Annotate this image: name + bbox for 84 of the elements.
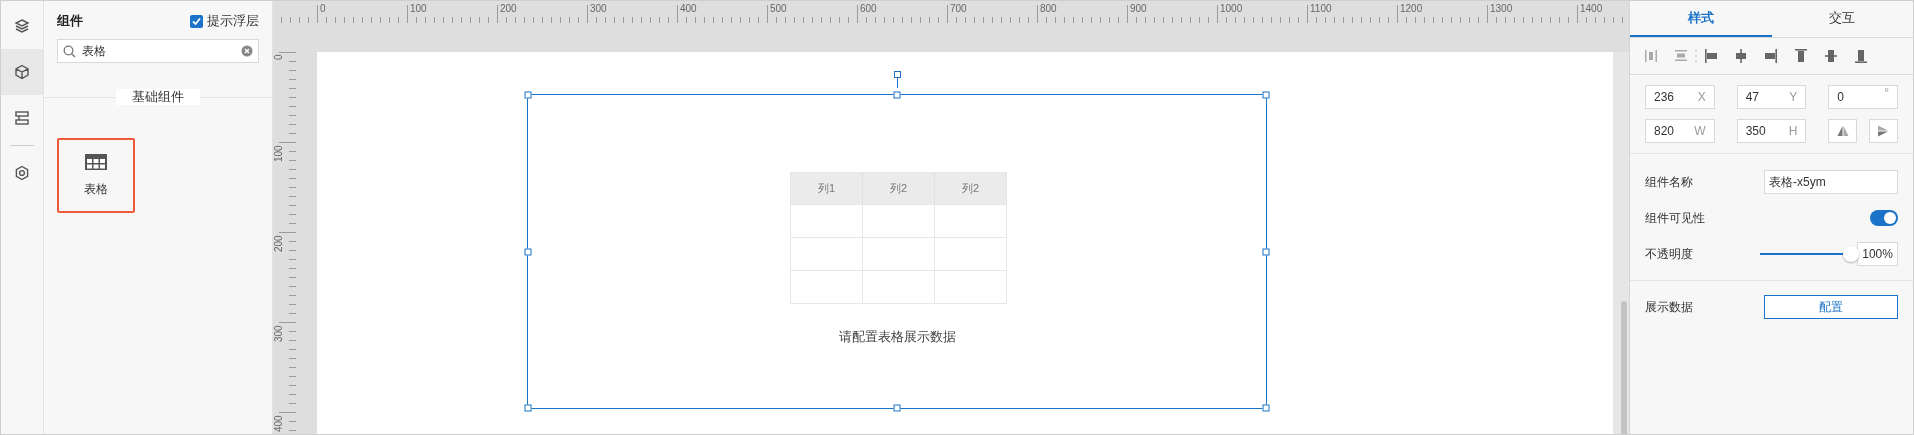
unit-label: X (1697, 89, 1706, 106)
ruler-label: 0 (320, 4, 326, 14)
ruler-label: 300 (274, 325, 284, 342)
name-field[interactable]: 表格-x5ym (1764, 170, 1898, 194)
resize-handle[interactable] (1262, 404, 1270, 412)
tab[interactable]: 样式 (1630, 1, 1772, 37)
flip-vertical-button[interactable] (1869, 119, 1898, 143)
flip-icon (1877, 125, 1890, 137)
cube-icon (14, 64, 30, 80)
ruler-label: 600 (860, 4, 877, 14)
configure-button[interactable]: 配置 (1764, 295, 1898, 319)
ruler-label: 400 (274, 415, 284, 432)
align-middle-icon[interactable] (1825, 48, 1837, 64)
resize-handle[interactable] (524, 248, 532, 255)
align-center-icon[interactable] (1735, 48, 1747, 64)
unit-label: W (1694, 123, 1706, 140)
sidebar-tab[interactable] (1, 49, 43, 95)
ruler-label: 200 (500, 4, 517, 14)
ruler-label: 200 (274, 235, 284, 252)
flip-horizontal-button[interactable] (1828, 119, 1858, 143)
ruler-label: 100 (410, 4, 427, 14)
opacity-slider[interactable] (1760, 245, 1860, 263)
field-label: 展示数据 (1645, 299, 1694, 316)
number-field[interactable]: 236 X (1645, 85, 1715, 109)
separator-icon (1695, 50, 1697, 62)
number-field[interactable]: 47 Y (1736, 85, 1807, 109)
distribute-horizontal-icon[interactable] (1645, 48, 1657, 64)
column-header: 列2 (934, 173, 1006, 204)
resize-handle[interactable] (524, 91, 532, 99)
number-field[interactable]: 0 ° (1828, 85, 1898, 109)
ruler-label: 700 (950, 4, 967, 14)
visibility-toggle[interactable] (1870, 210, 1898, 226)
ruler-label: 300 (590, 4, 607, 14)
flip-icon (1836, 125, 1849, 137)
ruler-label: 1200 (1400, 4, 1423, 14)
panel-title: 组件 (57, 12, 83, 31)
hint-checkbox[interactable]: 提示浮层 (190, 11, 259, 31)
field-label: 组件可见性 (1645, 210, 1705, 227)
table-icon (85, 153, 107, 170)
resize-handle[interactable] (893, 404, 901, 412)
component-label: 表格 (84, 180, 108, 198)
checkbox[interactable] (190, 14, 203, 28)
field-label: 组件名称 (1645, 174, 1694, 191)
align-right-icon[interactable] (1765, 48, 1777, 64)
field-label: 不透明度 (1645, 246, 1694, 263)
opacity-field[interactable]: 100% (1857, 242, 1898, 266)
section-title: 基础组件 (116, 89, 200, 105)
slider-thumb[interactable] (1843, 246, 1860, 262)
ruler-label: 1000 (1220, 4, 1243, 14)
tab[interactable]: 交互 (1771, 1, 1913, 37)
align-left-icon[interactable] (1705, 48, 1717, 64)
component-item[interactable]: 表格 (57, 138, 135, 213)
scrollbar-thumb[interactable] (1621, 301, 1627, 434)
resize-handle[interactable] (524, 404, 532, 412)
ruler-label: 0 (274, 54, 284, 60)
unit-label: H (1788, 123, 1798, 140)
resize-handle[interactable] (1262, 248, 1270, 255)
unit-label: ° (1884, 86, 1889, 100)
selection-frame[interactable]: 列1 列2 列2 请配置表格展示数据 (527, 94, 1267, 409)
ruler-label: 900 (1130, 4, 1147, 14)
ruler-label: 100 (274, 145, 284, 162)
empty-message: 请配置表格展示数据 (838, 328, 956, 346)
column-header: 列2 (862, 173, 934, 204)
ruler-label: 1300 (1490, 4, 1513, 14)
align-bottom-icon[interactable] (1855, 48, 1867, 64)
ruler-label: 1100 (1310, 4, 1332, 14)
layers-icon (14, 18, 30, 34)
layout-icon (14, 110, 30, 126)
ruler-label: 500 (770, 4, 787, 14)
ruler-label: 400 (680, 4, 697, 14)
distribute-vertical-icon[interactable] (1675, 48, 1687, 64)
resize-handle[interactable] (1262, 91, 1270, 99)
settings-icon (14, 165, 30, 181)
resize-handle[interactable] (893, 91, 901, 99)
search-icon (63, 44, 76, 58)
unit-label: Y (1789, 89, 1798, 106)
number-field[interactable]: 820 W (1645, 119, 1715, 143)
ruler-label: 800 (1040, 4, 1057, 14)
search-field[interactable]: 表格 (57, 39, 259, 63)
clear-icon[interactable] (241, 45, 253, 57)
number-field[interactable]: 350 H (1736, 119, 1807, 143)
column-header: 列1 (816, 181, 837, 197)
align-top-icon[interactable] (1795, 48, 1807, 64)
ruler-label: 1400 (1580, 4, 1603, 14)
